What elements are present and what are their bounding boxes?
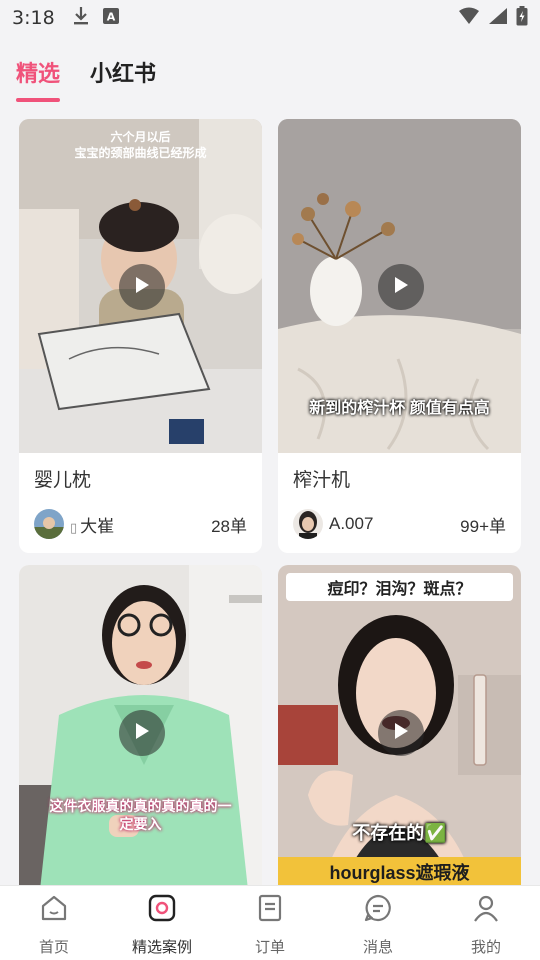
author-name-text: 大崔 <box>80 516 115 536</box>
wifi-icon <box>458 7 480 30</box>
play-icon <box>392 721 410 746</box>
feed-card-concealer[interactable]: 痘印？泪沟？斑点？ 不存在的✅ hourglass遮瑕液 <box>278 565 521 899</box>
video-caption: 新到的榨汁杯 颜值有点高 <box>309 400 490 417</box>
video-caption-bottom: hourglass遮瑕液 <box>278 857 521 887</box>
nav-orders[interactable]: 订单 <box>216 886 324 960</box>
profile-icon <box>470 892 502 924</box>
nav-profile-label: 我的 <box>470 939 501 956</box>
nav-home[interactable]: 首页 <box>0 886 108 960</box>
bottom-nav: 首页 精选案例 订单 消息 我的 <box>0 885 540 960</box>
video-caption: 这件衣服真的真的真的真的一 定要入 <box>49 798 232 832</box>
tab-xiaohongshu-label: 小红书 <box>90 61 157 86</box>
play-button[interactable] <box>119 264 165 310</box>
status-bar: 3:18 A <box>0 0 540 36</box>
video-caption: 六个月以后 宝宝的颈部曲线已经形成 <box>74 130 207 160</box>
nav-orders-label: 订单 <box>254 939 285 956</box>
author-name: A.007 <box>329 514 374 533</box>
card-meta: A.007 99+单 <box>278 497 521 553</box>
avatar[interactable] <box>34 509 64 539</box>
tab-featured[interactable]: 精选 <box>16 48 61 102</box>
play-button[interactable] <box>378 710 424 756</box>
video-thumbnail[interactable]: 六个月以后 宝宝的颈部曲线已经形成 <box>19 119 262 453</box>
orders-icon <box>254 892 286 924</box>
featured-icon <box>146 892 178 924</box>
order-count: 28单 <box>211 516 247 536</box>
play-icon <box>133 721 151 746</box>
feed-card-green-outfit[interactable]: 这件衣服真的真的真的真的一 定要入 <box>19 565 262 899</box>
tab-active-indicator <box>16 98 60 102</box>
play-button[interactable] <box>119 710 165 756</box>
home-icon <box>38 892 70 924</box>
play-button[interactable] <box>378 264 424 310</box>
nav-home-label: 首页 <box>38 939 69 956</box>
tab-xiaohongshu[interactable]: 小红书 <box>90 48 156 88</box>
download-icon <box>73 6 89 31</box>
top-tabs: 精选 小红书 <box>0 48 540 108</box>
card-meta: ▯ 大崔 28单 <box>19 497 262 553</box>
author-name: ▯ 大崔 <box>70 512 114 537</box>
status-time: 3:18 <box>12 7 55 29</box>
author-prefix-icon: ▯ <box>70 519 78 535</box>
battery-icon <box>516 5 528 31</box>
card-title: 婴儿枕 <box>34 470 92 491</box>
video-thumbnail[interactable]: 新到的榨汁杯 颜值有点高 <box>278 119 521 453</box>
feed-card-baby-pillow[interactable]: 六个月以后 宝宝的颈部曲线已经形成 婴儿枕 ▯ 大崔 28单 <box>19 119 262 553</box>
play-icon <box>392 275 410 300</box>
nav-featured-label: 精选案例 <box>131 939 192 956</box>
feed-card-juicer[interactable]: 新到的榨汁杯 颜值有点高 榨汁机 A.007 99+单 <box>278 119 521 553</box>
video-caption-top: 痘印？泪沟？斑点？ <box>286 573 513 601</box>
nav-messages-label: 消息 <box>362 939 393 956</box>
nav-messages[interactable]: 消息 <box>324 886 432 960</box>
video-thumbnail[interactable]: 痘印？泪沟？斑点？ 不存在的✅ hourglass遮瑕液 <box>278 565 521 899</box>
play-icon <box>133 275 151 300</box>
nav-featured[interactable]: 精选案例 <box>108 886 216 960</box>
svg-text:A: A <box>106 10 115 23</box>
tab-featured-label: 精选 <box>16 61 61 86</box>
order-count: 99+单 <box>460 516 506 536</box>
video-caption-mid: 不存在的✅ <box>352 823 447 843</box>
a-badge-icon: A <box>102 7 119 29</box>
nav-profile[interactable]: 我的 <box>432 886 540 960</box>
card-title: 榨汁机 <box>293 470 351 491</box>
avatar[interactable] <box>293 509 323 539</box>
message-icon <box>362 892 394 924</box>
signal-icon <box>488 7 508 30</box>
video-thumbnail[interactable]: 这件衣服真的真的真的真的一 定要入 <box>19 565 262 899</box>
